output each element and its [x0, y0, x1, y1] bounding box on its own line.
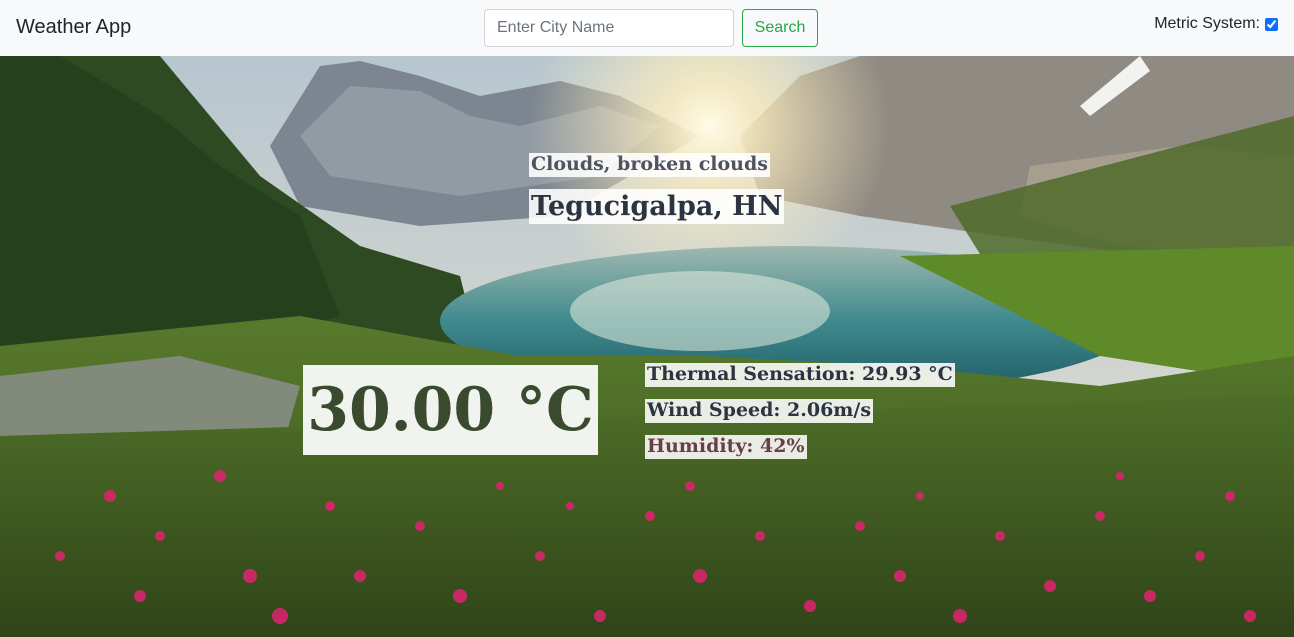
metric-system-label: Metric System: — [1154, 15, 1260, 32]
wind-speed: Wind Speed: 2.06m/s — [645, 399, 874, 423]
brand-title[interactable]: Weather App — [16, 15, 131, 39]
metric-system-toggle: Metric System: — [1154, 15, 1278, 33]
search-button[interactable]: Search — [742, 9, 818, 47]
thermal-sensation: Thermal Sensation: 29.93 °C — [645, 363, 955, 387]
humidity: Humidity: 42% — [645, 435, 807, 459]
metric-system-checkbox[interactable] — [1265, 17, 1278, 31]
background-landscape: Clouds, broken clouds Tegucigalpa, HN 30… — [0, 56, 1294, 637]
city-search-input[interactable] — [484, 9, 734, 47]
city-location: Tegucigalpa, HN — [529, 189, 785, 225]
weather-condition: Clouds, broken clouds — [529, 153, 770, 177]
temperature-display: 30.00 °C — [303, 365, 598, 455]
navbar: Weather App Search Metric System: — [0, 0, 1294, 56]
